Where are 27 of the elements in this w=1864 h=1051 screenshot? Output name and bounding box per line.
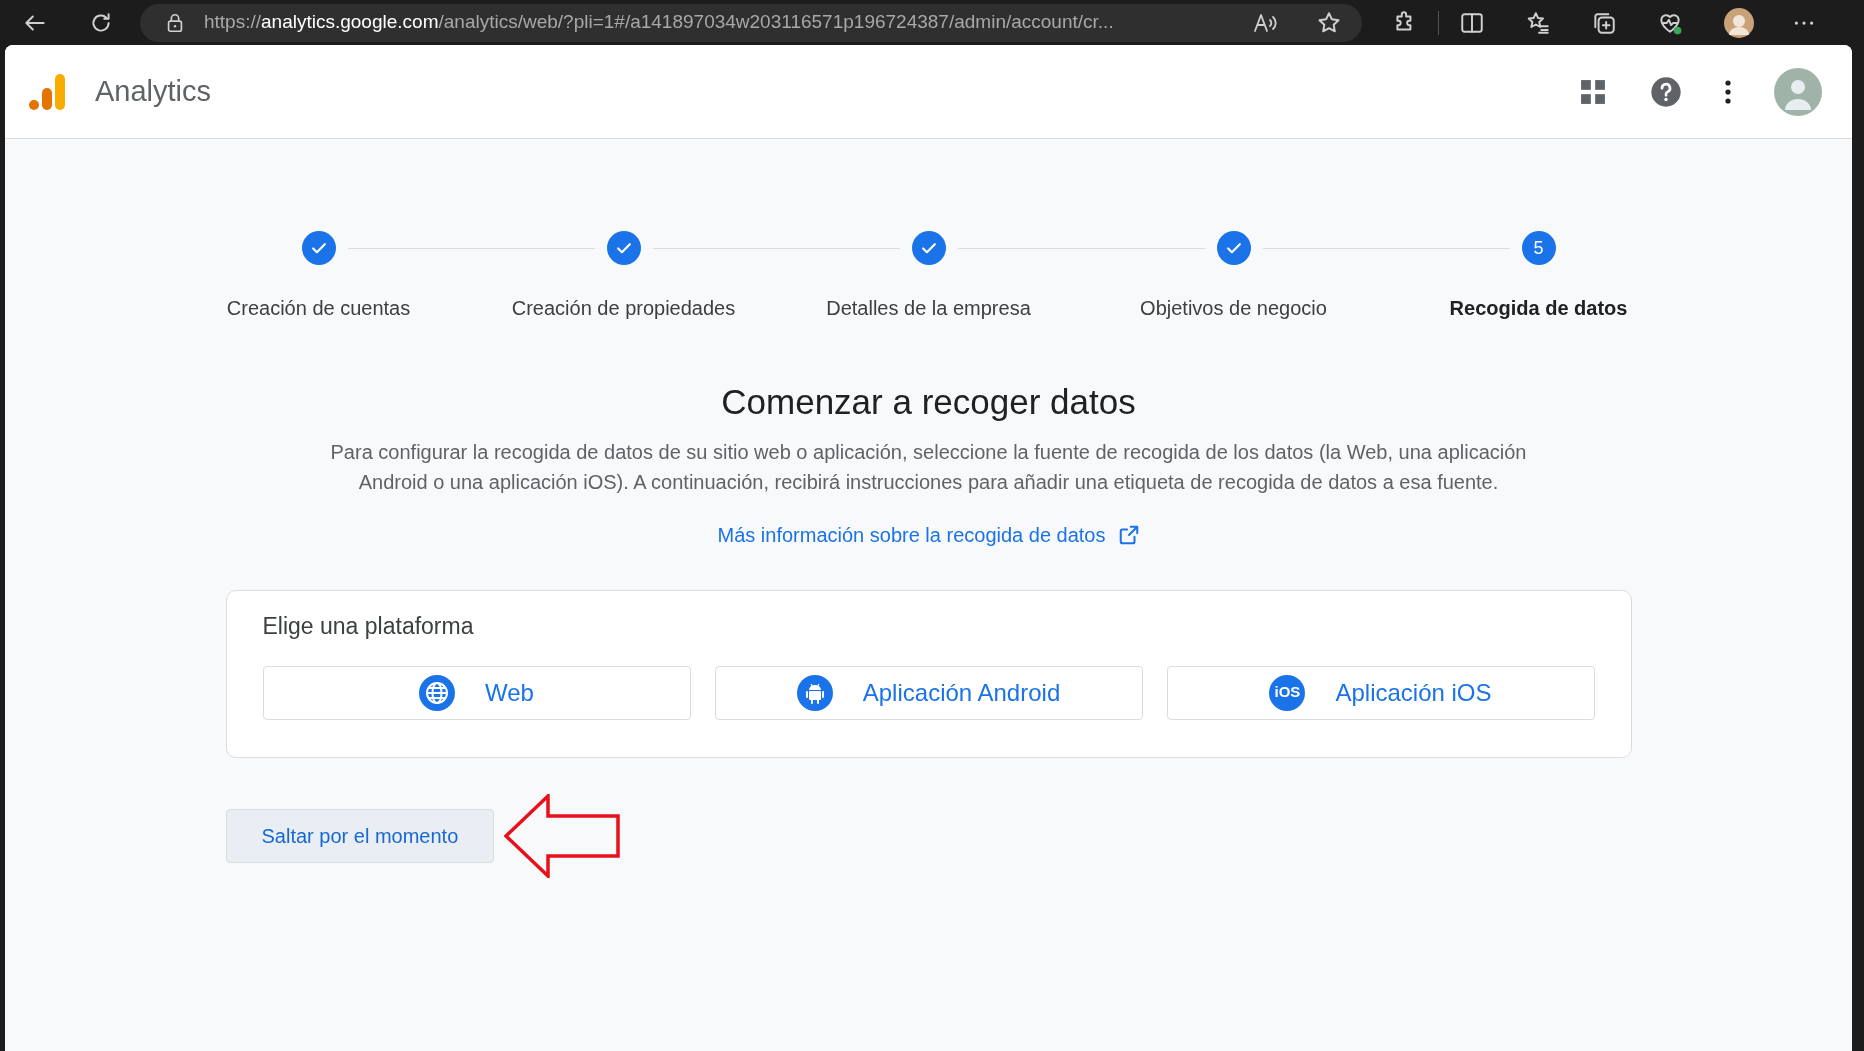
url-text: https://analytics.google.com/analytics/web/?pli=1#/a141897034w203116571p196724387/admin/account/cr... (204, 10, 1115, 35)
step-label[interactable]: Creación de propiedades (511, 293, 736, 323)
external-link-icon (1117, 524, 1140, 546)
analytics-logo-icon (27, 71, 67, 112)
app-title: Analytics (95, 73, 212, 109)
profile-avatar-icon[interactable] (1723, 6, 1755, 39)
step-label[interactable]: Creación de cuentas (226, 293, 411, 323)
platform-button[interactable]: iOS Aplicación iOS (1166, 665, 1595, 720)
help-icon[interactable] (1650, 75, 1682, 108)
apps-grid-icon[interactable] (1580, 78, 1606, 105)
step-label[interactable]: Recogida de datos (1449, 293, 1628, 323)
platform-button[interactable]: Web (262, 665, 691, 720)
learn-more-link[interactable]: Más información sobre la recogida de datos (717, 520, 1140, 550)
description-text: Para configurar la recogida de datos de su sitio web o aplicación, seleccione la fuente de recogida de los datos (la Web, una aplicación Android o una aplicación iOS). A continuación, recibirá instrucciones para añadir una etiqueta de recogida de datos a esa fuente. (329, 440, 1528, 495)
globe-icon (419, 674, 456, 711)
page-heading: Comenzar a recoger datos (720, 381, 1137, 423)
address-bar[interactable]: https://analytics.google.com/analytics/web/?pli=1#/a141897034w203116571p196724387/admin/account/cr... (140, 3, 1362, 42)
step-label[interactable]: Detalles de la empresa (826, 293, 1031, 323)
platform-button[interactable]: Aplicación Android (714, 665, 1143, 720)
android-icon (796, 674, 833, 711)
skip-button[interactable]: Saltar por el momento (225, 808, 495, 863)
step-label[interactable]: Objetivos de negocio (1140, 293, 1327, 323)
favorites-icon[interactable] (1525, 9, 1551, 36)
step-number: 5 (1521, 231, 1556, 265)
card-title: Elige una plataforma (262, 612, 475, 641)
more-vertical-icon[interactable] (1724, 78, 1732, 105)
ios-icon: iOS (1269, 674, 1306, 711)
